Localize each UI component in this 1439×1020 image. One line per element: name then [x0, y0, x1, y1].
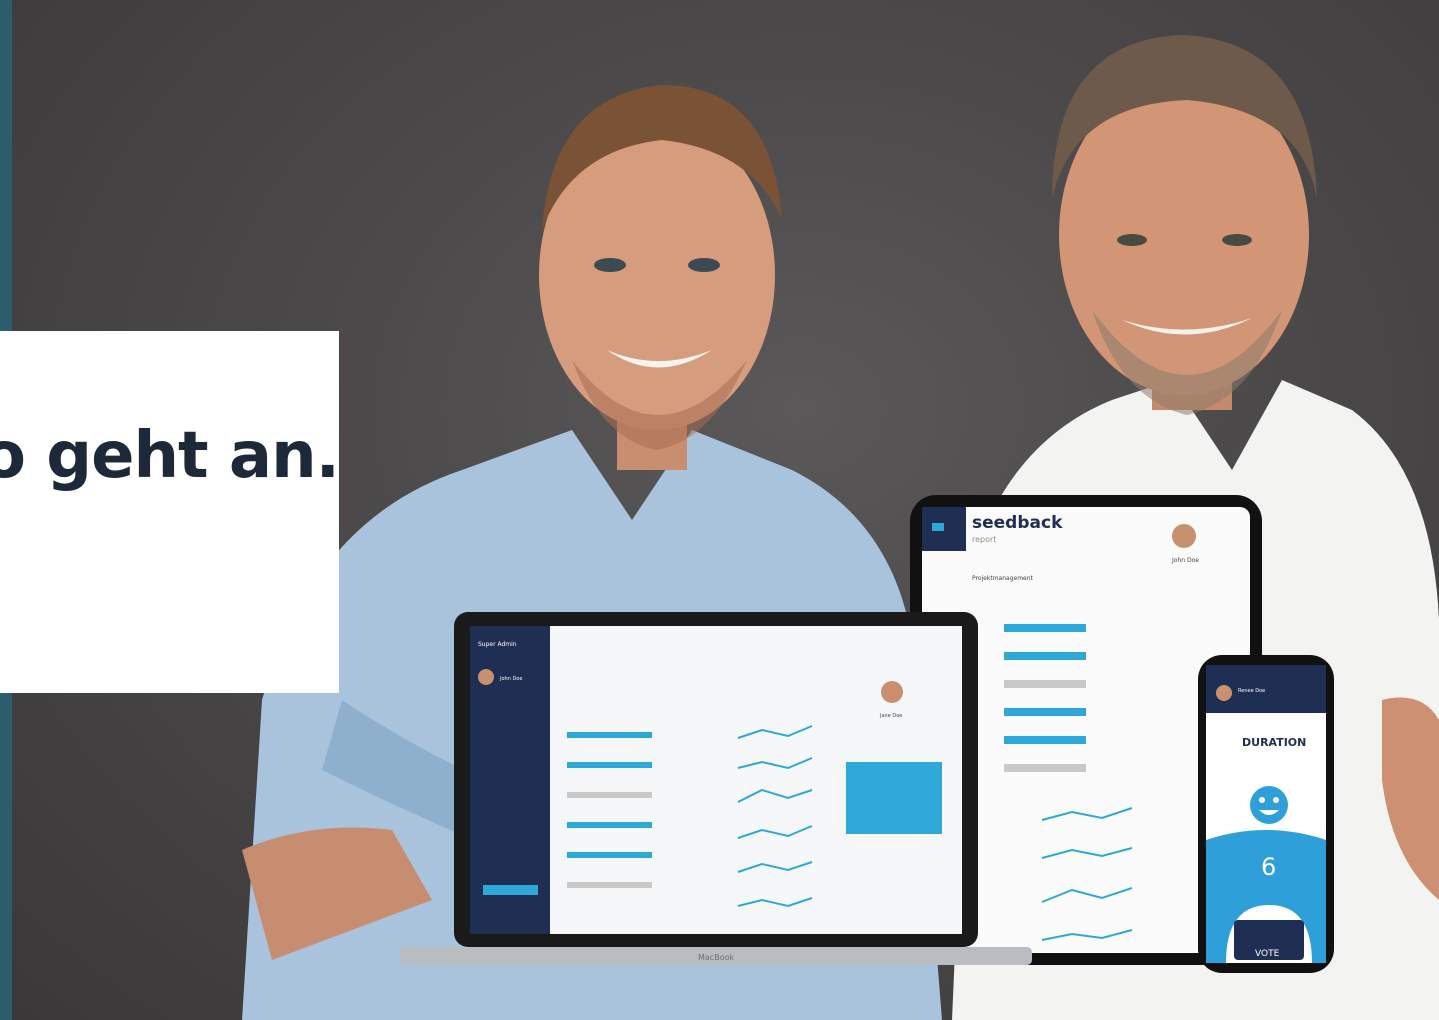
laptop-person: John Doe — [499, 676, 522, 682]
headline-text: o geht an... — [0, 419, 339, 493]
phone-vote: VOTE — [1255, 949, 1280, 959]
tablet-section: Projektmanagement — [972, 575, 1034, 582]
headline-callout: o geht an... — [0, 331, 339, 693]
laptop-person2: Jane Doe — [879, 713, 902, 719]
phone-heading: DURATION — [1242, 736, 1306, 749]
phone-person: Renee Doe — [1238, 688, 1265, 694]
tablet-subtitle: report — [972, 535, 996, 544]
laptop-brand: Super Admin — [478, 641, 517, 648]
laptop-device: Super Admin John Doe Jane Doe MacBook — [400, 612, 1032, 965]
phone-score: 6 — [1261, 853, 1276, 881]
tablet-person: John Doe — [1171, 557, 1199, 564]
phone-device: Renee Doe DURATION 6 VOTE — [1198, 655, 1334, 973]
tablet-brand: seedback — [972, 513, 1063, 533]
laptop-label: MacBook — [698, 953, 734, 962]
